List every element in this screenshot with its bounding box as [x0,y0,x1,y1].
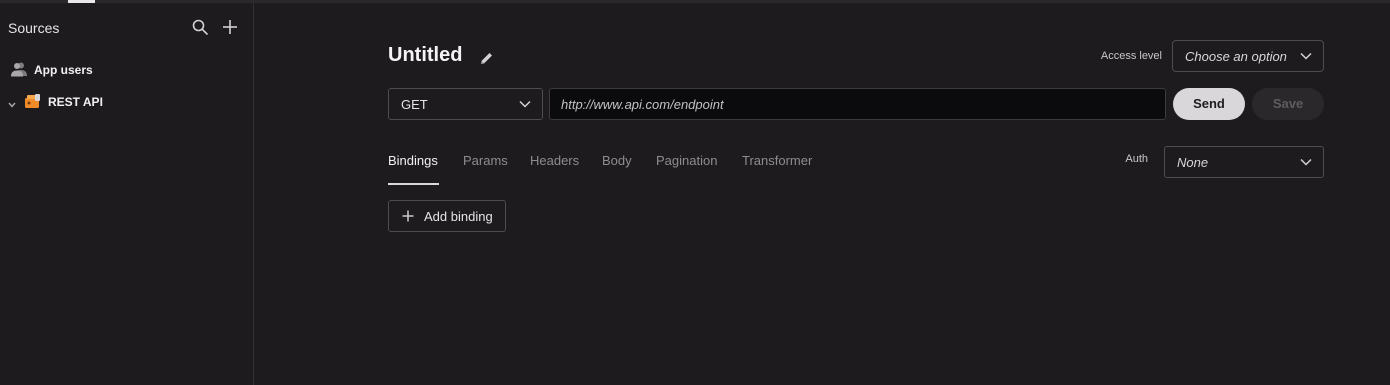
sidebar-header: Sources [8,18,243,38]
auth-select[interactable]: None [1164,146,1324,178]
active-tab-indicator [388,183,439,185]
tab-params[interactable]: Params [463,153,508,168]
page-title: Untitled [388,44,463,66]
access-level-value: Choose an option [1185,49,1287,64]
http-method-value: GET [401,97,428,112]
rest-api-icon [24,93,41,109]
chevron-down-icon[interactable] [7,97,17,108]
url-input[interactable] [549,88,1166,120]
sidebar-item-rest-api[interactable]: REST API [7,92,237,112]
search-icon[interactable] [191,18,209,36]
tab-transformer[interactable]: Transformer [742,153,812,168]
tab-body[interactable]: Body [602,153,632,168]
tab-bindings[interactable]: Bindings [388,153,438,168]
plus-icon [402,210,414,222]
auth-value: None [1177,155,1209,170]
chevron-down-icon [1300,52,1312,60]
chevron-down-icon [1300,158,1312,166]
add-binding-button[interactable]: Add binding [388,200,506,232]
sidebar-item-label: REST API [48,95,103,109]
tab-headers[interactable]: Headers [530,153,579,168]
sidebar-item-app-users[interactable]: App users [10,60,240,80]
chevron-down-icon [519,100,531,108]
http-method-select[interactable]: GET [388,88,543,120]
access-level-label: Access level [1100,50,1162,62]
sidebar-title: Sources [8,20,60,36]
sidebar: Sources App users REST API [0,3,254,385]
sidebar-item-label: App users [34,63,93,77]
tab-pagination[interactable]: Pagination [656,153,717,168]
add-source-icon[interactable] [221,18,239,36]
auth-label: Auth [1125,153,1148,165]
pencil-icon[interactable] [478,50,495,67]
user-group-icon [10,60,28,78]
send-button[interactable]: Send [1173,88,1245,120]
add-binding-label: Add binding [424,209,493,224]
save-button[interactable]: Save [1252,88,1324,120]
access-level-select[interactable]: Choose an option [1172,40,1324,72]
